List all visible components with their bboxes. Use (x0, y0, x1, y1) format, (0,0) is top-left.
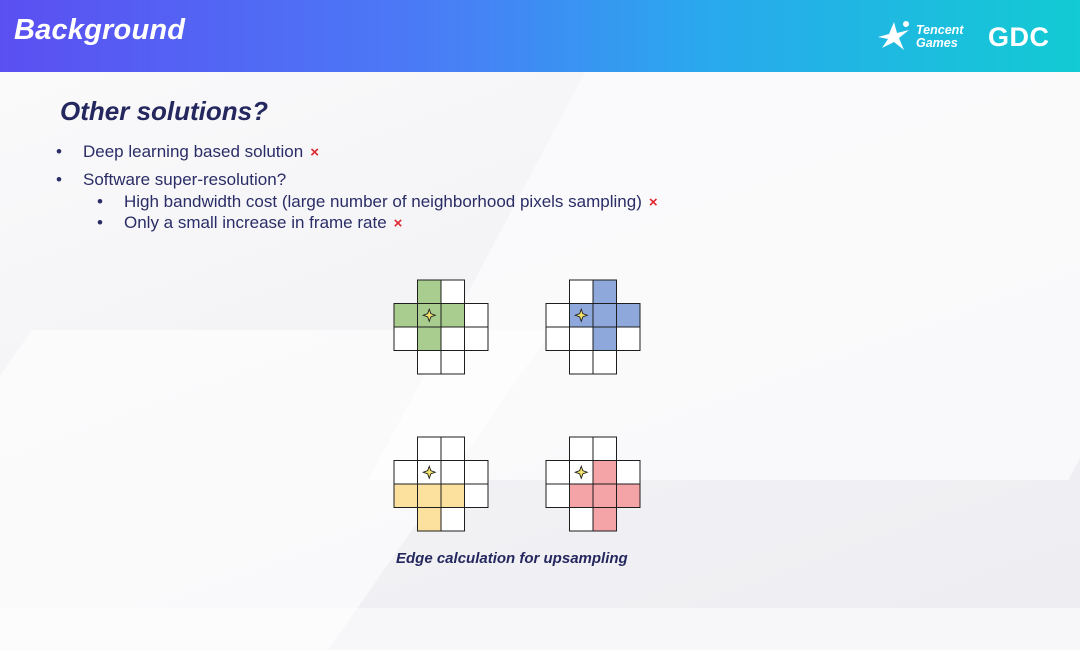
pixel-cell (417, 436, 442, 461)
pixel-cell (545, 460, 570, 485)
pixel-cell (393, 460, 418, 485)
pixel-cell (592, 350, 617, 375)
pixel-cell (464, 483, 489, 508)
highlighted-pixel-cell (616, 303, 641, 328)
highlighted-pixel-cell (393, 303, 418, 328)
gdc-logo: GDC (988, 22, 1050, 52)
bullet-text: High bandwidth cost (large number of nei… (124, 192, 642, 211)
pixel-cell (569, 350, 594, 375)
pixel-cell (440, 436, 465, 461)
tencent-games-logo: Tencent Games (874, 18, 974, 54)
pixel-cell (592, 436, 617, 461)
brand-line-2: Games (916, 36, 958, 50)
highlighted-pixel-cell (592, 460, 617, 485)
pixel-cell (393, 326, 418, 351)
pixel-cell (440, 507, 465, 532)
pixel-cell (464, 303, 489, 328)
sampling-grid (545, 279, 641, 375)
bullet-text: Deep learning based solution (83, 142, 304, 161)
pixel-cell (545, 483, 570, 508)
sampling-grid (393, 436, 489, 532)
cross-mark: × (648, 194, 658, 211)
pixel-cell (440, 460, 465, 485)
pixel-cell (440, 279, 465, 304)
bullet-dot: • (97, 192, 103, 211)
highlighted-pixel-cell (592, 507, 617, 532)
pixel-cell (440, 326, 465, 351)
pixel-cell (569, 326, 594, 351)
tencent-games-wordmark: Tencent Games (916, 24, 963, 50)
cross-mark: × (393, 215, 403, 232)
highlighted-pixel-cell (440, 483, 465, 508)
highlighted-pixel-cell (569, 483, 594, 508)
pixel-cell (464, 460, 489, 485)
slide-section-title: Background (14, 14, 186, 46)
pixel-cell (616, 460, 641, 485)
bullet-dot: • (97, 213, 103, 232)
pixel-cell (440, 350, 465, 375)
highlighted-pixel-cell (592, 326, 617, 351)
highlighted-pixel-cell (393, 483, 418, 508)
highlighted-pixel-cell (440, 303, 465, 328)
highlighted-pixel-cell (417, 507, 442, 532)
pixel-cell (569, 507, 594, 532)
cross-mark: × (310, 144, 319, 161)
bullet-text: Software super-resolution? (83, 170, 287, 189)
pixel-cell (545, 326, 570, 351)
highlighted-pixel-cell (592, 279, 617, 304)
pixel-cell (569, 279, 594, 304)
pixel-cell (417, 350, 442, 375)
slide-heading: Other solutions? (60, 96, 268, 126)
bullet-dot: • (56, 170, 62, 189)
figure-caption: Edge calculation for upsampling (396, 550, 628, 567)
tencent-logo-icon (878, 21, 909, 50)
highlighted-pixel-cell (417, 326, 442, 351)
upsampling-grid-diagram (393, 279, 641, 532)
slide-header: Background Tencent Games GDC (0, 0, 1080, 72)
highlighted-pixel-cell (616, 483, 641, 508)
highlighted-pixel-cell (592, 303, 617, 328)
bullet-dot: • (56, 142, 62, 161)
pixel-cell (545, 303, 570, 328)
sampling-grid (393, 279, 489, 375)
highlighted-pixel-cell (417, 279, 442, 304)
highlighted-pixel-cell (592, 483, 617, 508)
highlighted-pixel-cell (417, 483, 442, 508)
pixel-cell (464, 326, 489, 351)
sampling-grid (545, 436, 641, 532)
bullet-text: Only a small increase in frame rate (124, 213, 387, 232)
pixel-cell (616, 326, 641, 351)
pixel-cell (569, 436, 594, 461)
